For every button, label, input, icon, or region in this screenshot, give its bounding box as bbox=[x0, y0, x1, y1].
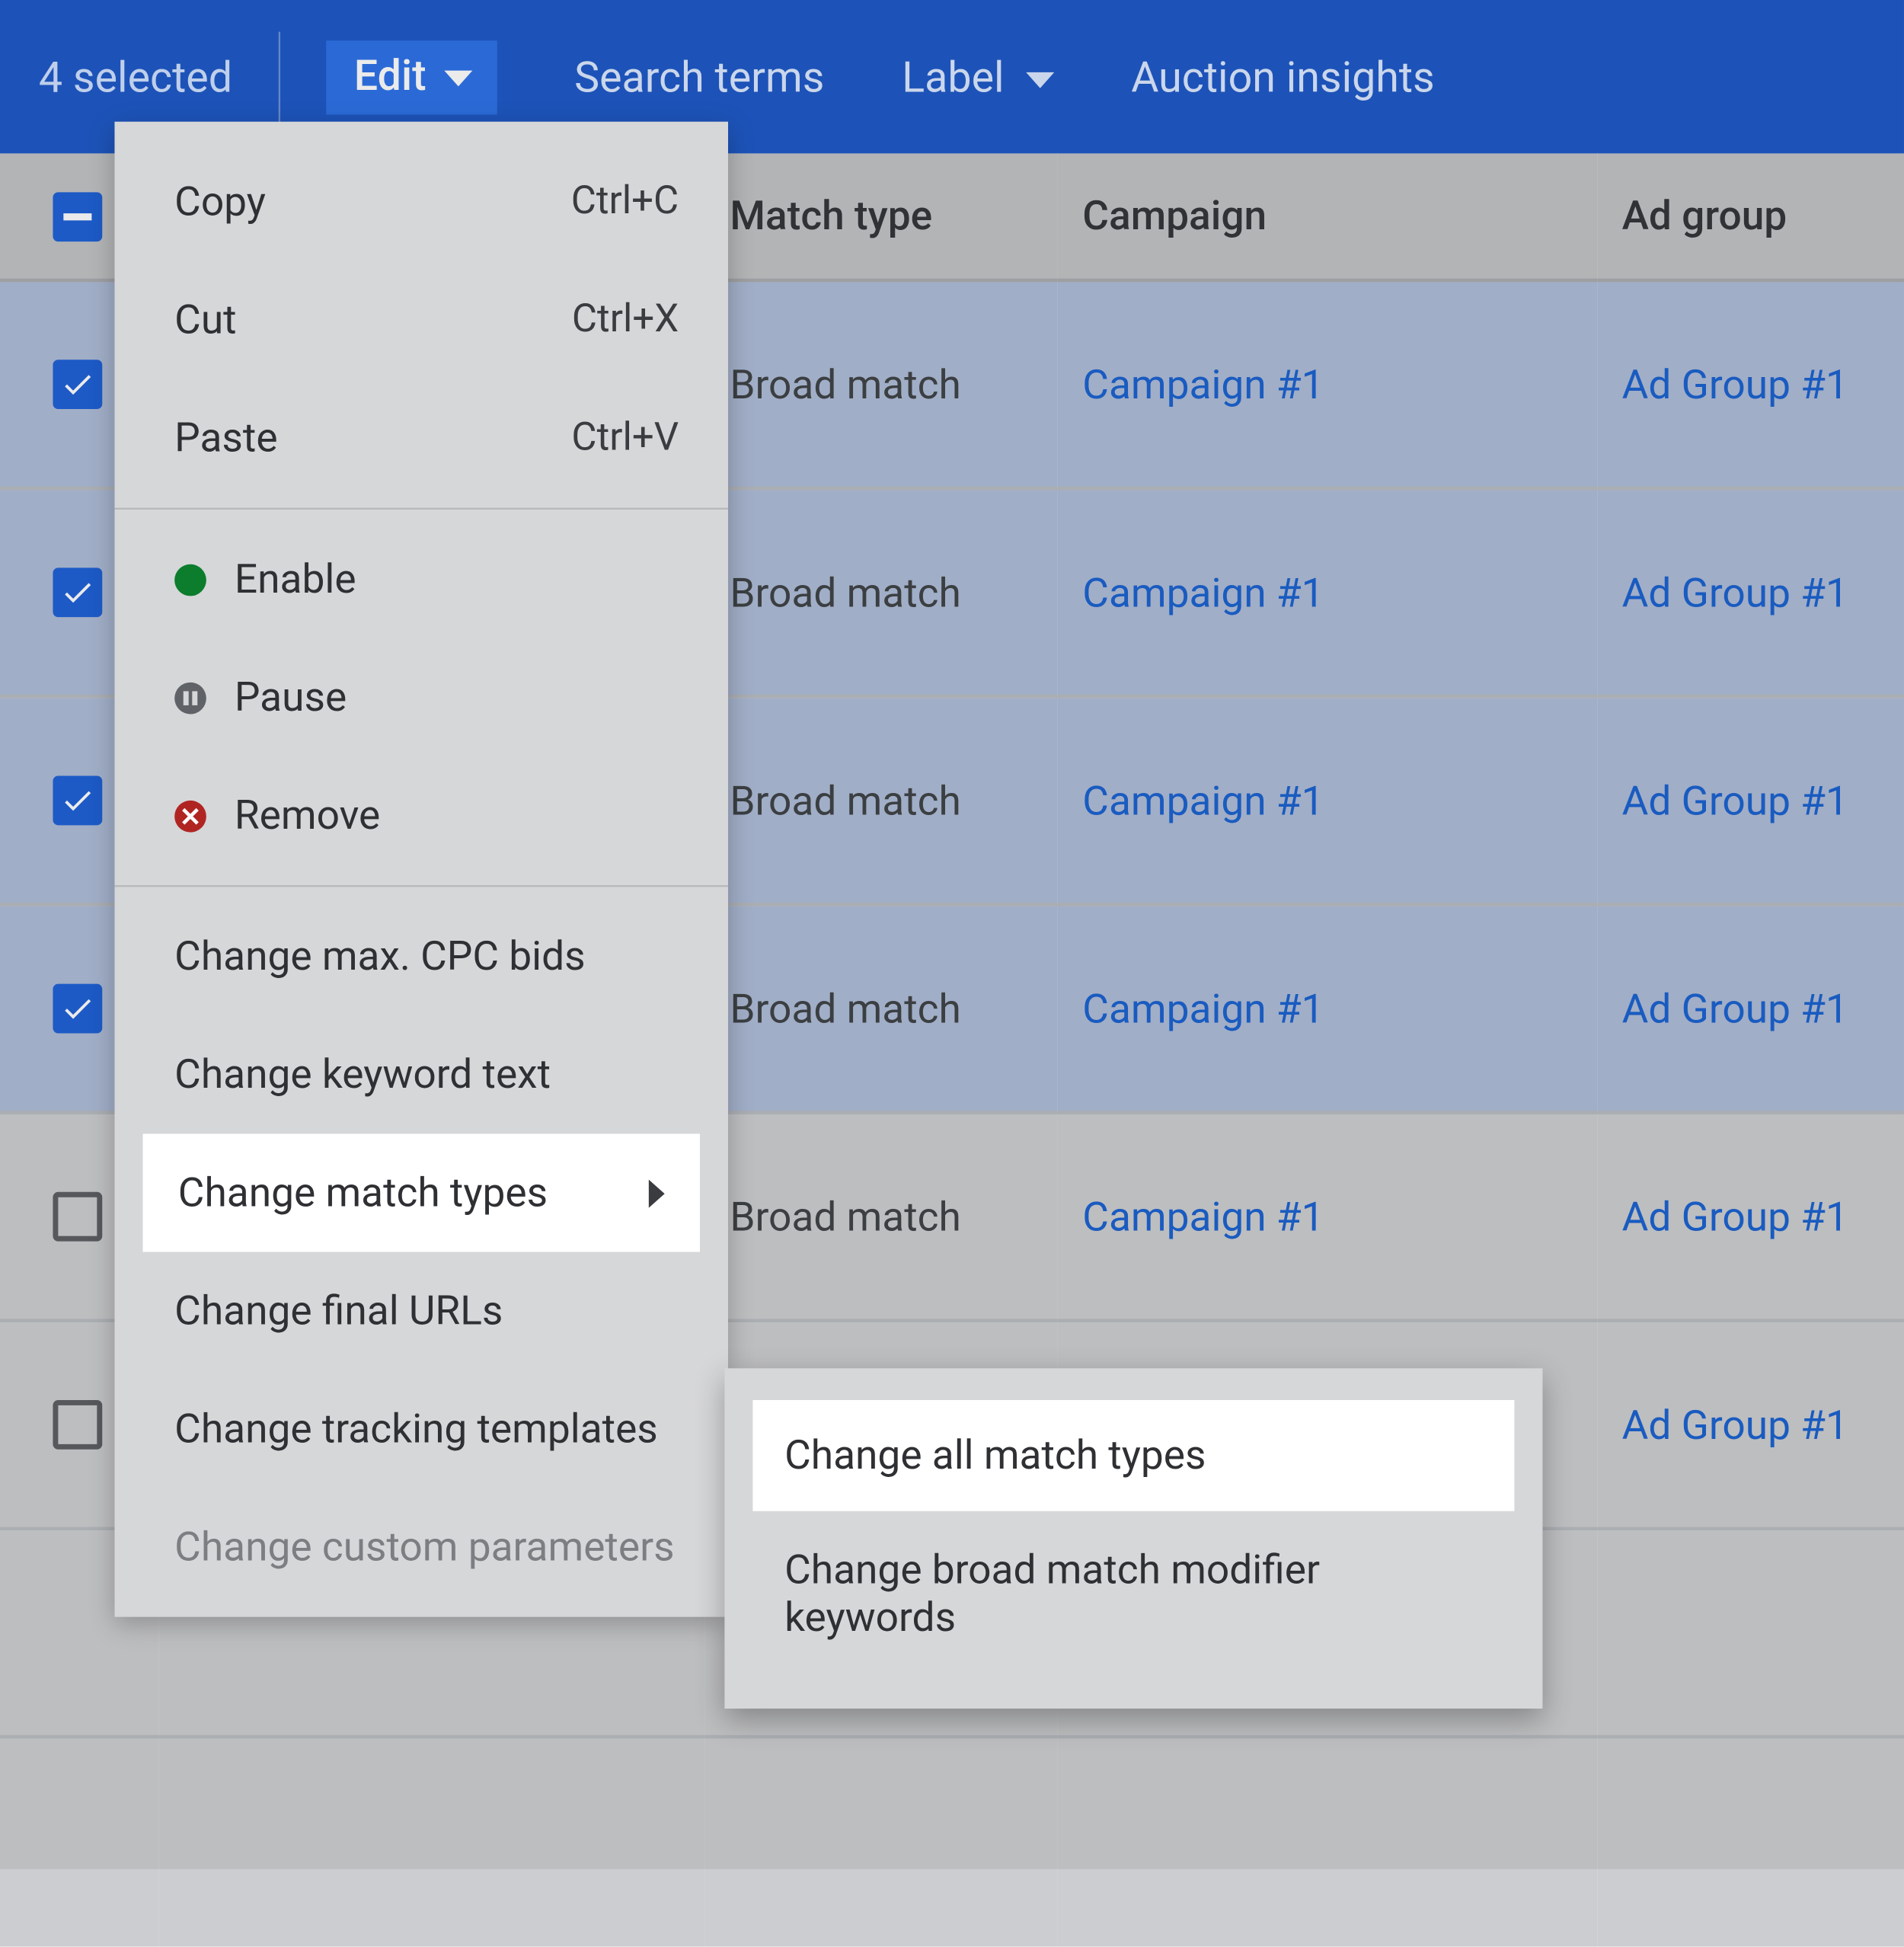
menu-label: Remove bbox=[235, 791, 380, 839]
menu-change-final-urls[interactable]: Change final URLs bbox=[114, 1252, 728, 1370]
chevron-down-icon bbox=[444, 69, 472, 85]
menu-label: Enable bbox=[235, 555, 356, 603]
check-icon bbox=[60, 783, 95, 818]
ad-group-link[interactable]: Ad Group #1 bbox=[1597, 1114, 1904, 1322]
menu-label: Change all match types bbox=[784, 1432, 1206, 1479]
match-type-cell: Broad match bbox=[705, 491, 1058, 699]
edit-menu: Copy Ctrl+C Cut Ctrl+X Paste Ctrl+V Enab… bbox=[114, 122, 728, 1617]
menu-change-keyword-text[interactable]: Change keyword text bbox=[114, 1015, 728, 1133]
menu-change-max-cpc[interactable]: Change max. CPC bids bbox=[114, 897, 728, 1015]
row-checkbox[interactable] bbox=[53, 567, 102, 617]
menu-enable[interactable]: Enable bbox=[114, 520, 728, 638]
edit-label: Edit bbox=[354, 50, 426, 100]
empty-cell bbox=[705, 1738, 1058, 1946]
ad-group-link[interactable]: Ad Group #1 bbox=[1597, 1322, 1904, 1530]
menu-label: Copy bbox=[174, 178, 266, 225]
check-icon bbox=[60, 575, 95, 610]
menu-label: Change final URLs bbox=[174, 1287, 503, 1335]
shortcut-text: Ctrl+X bbox=[572, 298, 679, 342]
campaign-link[interactable]: Campaign #1 bbox=[1058, 491, 1597, 699]
menu-label: Change tracking templates bbox=[174, 1405, 658, 1453]
empty-cell bbox=[0, 1738, 158, 1946]
campaign-link[interactable]: Campaign #1 bbox=[1058, 1114, 1597, 1322]
menu-separator bbox=[114, 885, 728, 887]
row-checkbox[interactable] bbox=[53, 360, 102, 409]
divider bbox=[278, 31, 280, 123]
change-match-types-submenu: Change all match types Change broad matc… bbox=[724, 1368, 1542, 1709]
check-icon bbox=[60, 366, 95, 401]
menu-remove[interactable]: Remove bbox=[114, 756, 728, 874]
match-type-cell: Broad match bbox=[705, 282, 1058, 490]
menu-label: Paste bbox=[174, 414, 277, 462]
search-terms-link[interactable]: Search terms bbox=[574, 52, 824, 101]
match-type-cell: Broad match bbox=[705, 699, 1058, 906]
menu-label: Change custom parameters bbox=[174, 1523, 674, 1571]
shortcut-text: Ctrl+V bbox=[571, 416, 679, 460]
auction-insights-link[interactable]: Auction insights bbox=[1131, 52, 1435, 101]
menu-copy[interactable]: Copy Ctrl+C bbox=[114, 142, 728, 261]
menu-separator bbox=[114, 508, 728, 510]
empty-cell bbox=[1597, 1530, 1904, 1738]
ad-group-link[interactable]: Ad Group #1 bbox=[1597, 906, 1904, 1114]
menu-label: Change max. CPC bids bbox=[174, 933, 585, 980]
header-campaign[interactable]: Campaign bbox=[1058, 153, 1597, 282]
empty-cell bbox=[1058, 1738, 1597, 1946]
empty-cell bbox=[1597, 1738, 1904, 1946]
menu-cut[interactable]: Cut Ctrl+X bbox=[114, 261, 728, 379]
submenu-change-all-match-types[interactable]: Change all match types bbox=[752, 1400, 1514, 1511]
menu-change-tracking-templates[interactable]: Change tracking templates bbox=[114, 1370, 728, 1488]
match-type-cell: Broad match bbox=[705, 1114, 1058, 1322]
campaign-link[interactable]: Campaign #1 bbox=[1058, 699, 1597, 906]
label-text: Label bbox=[902, 52, 1004, 101]
campaign-link[interactable]: Campaign #1 bbox=[1058, 282, 1597, 490]
menu-change-match-types[interactable]: Change match types bbox=[142, 1133, 699, 1252]
menu-label: Change keyword text bbox=[174, 1051, 551, 1098]
menu-label: Change broad match modifier keywords bbox=[784, 1546, 1320, 1642]
campaign-link[interactable]: Campaign #1 bbox=[1058, 906, 1597, 1114]
enabled-dot-icon bbox=[174, 564, 206, 596]
edit-dropdown-button[interactable]: Edit bbox=[326, 40, 497, 113]
row-checkbox[interactable] bbox=[53, 1192, 102, 1242]
label-dropdown-button[interactable]: Label bbox=[902, 52, 1053, 101]
ad-group-link[interactable]: Ad Group #1 bbox=[1597, 282, 1904, 490]
pause-icon bbox=[174, 682, 206, 714]
menu-label: Pause bbox=[235, 673, 347, 721]
row-checkbox[interactable] bbox=[53, 776, 102, 826]
match-type-cell: Broad match bbox=[705, 906, 1058, 1114]
selected-count: 4 selected bbox=[39, 52, 232, 101]
ad-group-link[interactable]: Ad Group #1 bbox=[1597, 491, 1904, 699]
submenu-change-bmm-keywords[interactable]: Change broad match modifier keywords bbox=[724, 1511, 1542, 1677]
empty-cell bbox=[158, 1738, 705, 1946]
chevron-right-icon bbox=[649, 1178, 665, 1207]
menu-change-custom-parameters[interactable]: Change custom parameters bbox=[114, 1488, 728, 1607]
shortcut-text: Ctrl+C bbox=[571, 180, 679, 224]
check-icon bbox=[60, 991, 95, 1026]
remove-icon bbox=[174, 800, 206, 832]
menu-label: Change match types bbox=[178, 1169, 548, 1216]
menu-paste[interactable]: Paste Ctrl+V bbox=[114, 379, 728, 497]
header-ad-group[interactable]: Ad group bbox=[1597, 153, 1904, 282]
row-checkbox[interactable] bbox=[53, 984, 102, 1034]
ad-group-link[interactable]: Ad Group #1 bbox=[1597, 699, 1904, 906]
header-match-type[interactable]: Match type bbox=[705, 153, 1058, 282]
row-checkbox[interactable] bbox=[53, 1400, 102, 1450]
select-all-checkbox[interactable] bbox=[53, 191, 102, 241]
chevron-down-icon bbox=[1025, 72, 1053, 88]
menu-pause[interactable]: Pause bbox=[114, 638, 728, 756]
menu-label: Cut bbox=[174, 296, 236, 344]
